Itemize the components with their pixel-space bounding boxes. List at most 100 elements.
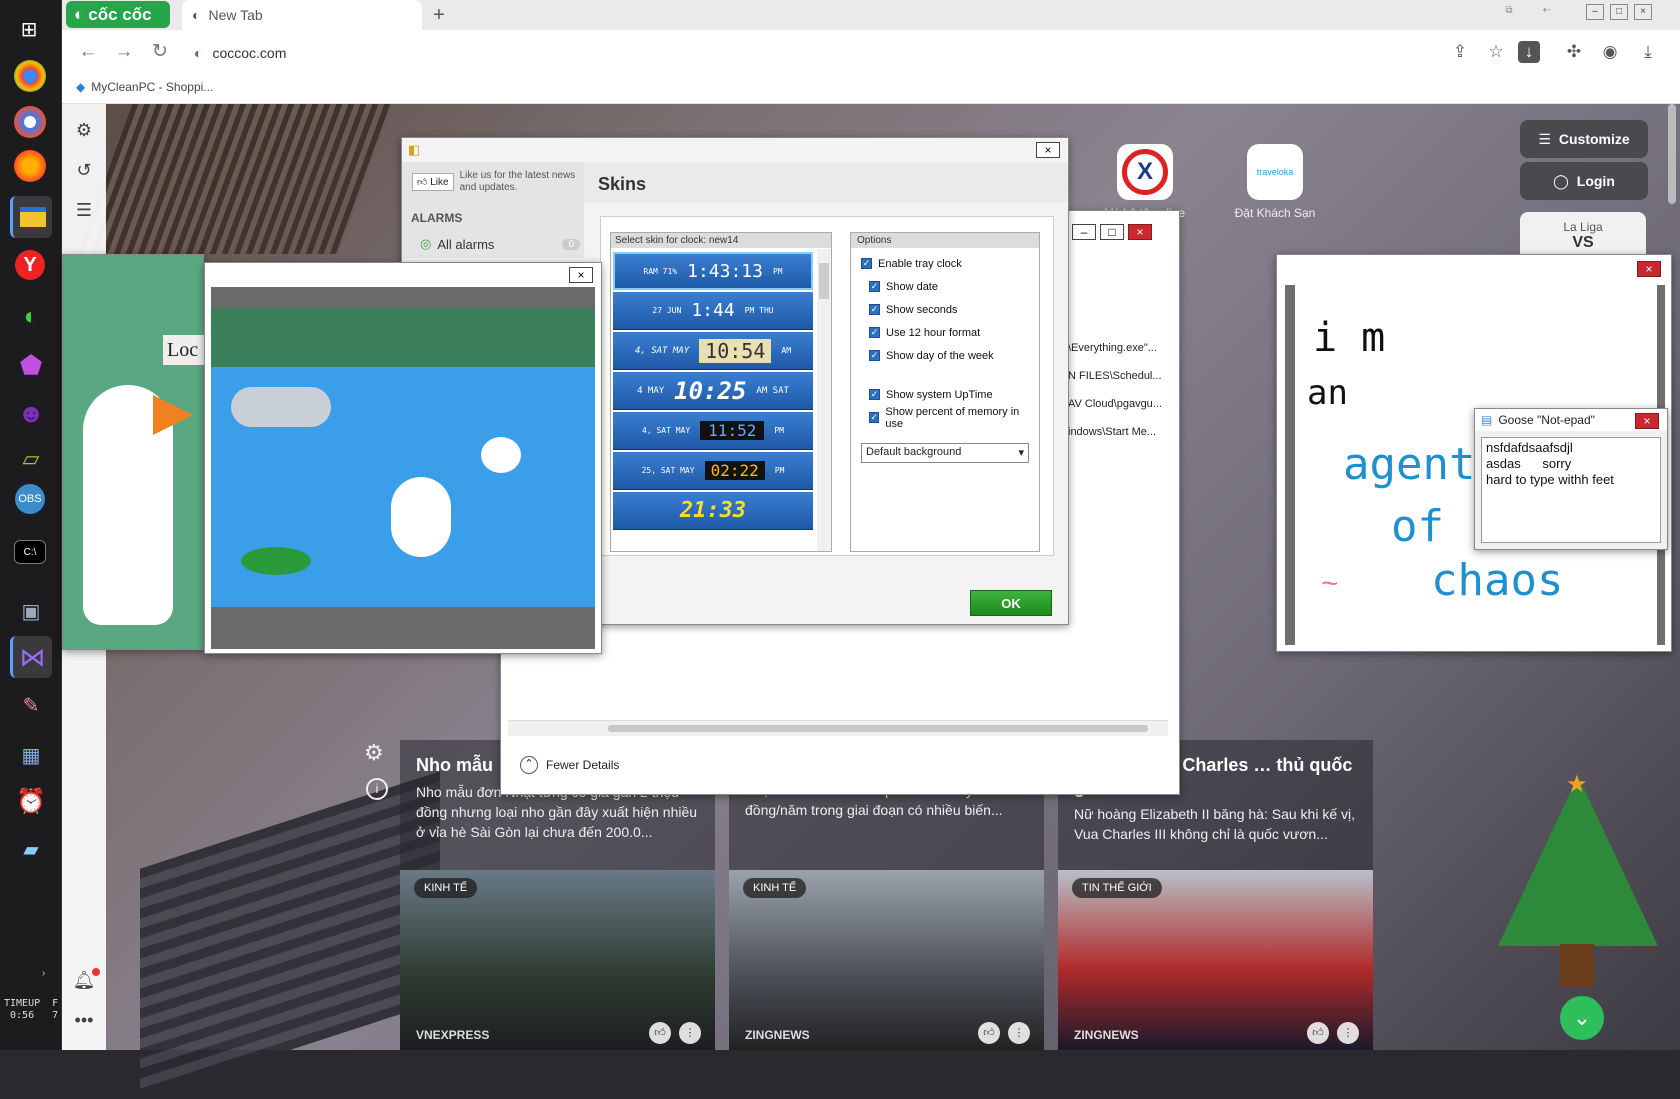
firefox-icon[interactable] — [14, 150, 46, 182]
path-row[interactable]: indows\Start Me... — [1068, 418, 1162, 446]
coccoc-brand-button[interactable]: ◐ cốc cốc — [66, 1, 170, 28]
reload-button[interactable]: ↻ — [146, 38, 174, 66]
windows-start-icon[interactable]: ⊞ — [8, 8, 50, 50]
scrollbar-thumb[interactable] — [819, 263, 829, 299]
command-prompt-icon[interactable]: C:\ — [14, 540, 46, 564]
profile-icon[interactable]: ◉ — [1596, 38, 1624, 66]
more-vertical-icon[interactable]: ⋮ — [679, 1022, 701, 1044]
address-bar[interactable]: ◐ coccoc.com — [194, 40, 594, 66]
info-icon[interactable]: i — [366, 778, 388, 800]
customize-button[interactable]: ☰ Customize — [1520, 120, 1648, 158]
screen-capture-icon[interactable]: ⧉ — [1500, 4, 1518, 20]
news-settings-gear-icon[interactable]: ⚙ — [364, 740, 384, 766]
address-text: coccoc.com — [212, 45, 287, 61]
file-explorer-icon[interactable] — [10, 196, 52, 238]
show-memory-checkbox[interactable]: ✓ Show percent of memory in use — [869, 406, 1029, 430]
notepad-text-area[interactable]: nsfdafdsaafsdjl asdas sorry hard to type… — [1481, 437, 1661, 543]
bookmark-star-icon[interactable]: ☆ — [1482, 38, 1510, 66]
back-button[interactable]: ← — [74, 38, 102, 66]
disk-utility-icon[interactable]: ▣ — [10, 590, 52, 632]
paint-icon[interactable]: ✎ — [10, 684, 52, 726]
close-button[interactable]: × — [1036, 142, 1060, 158]
more-vertical-icon[interactable]: ⋮ — [1008, 1022, 1030, 1044]
tab-new-tab[interactable]: ◐ New Tab — [182, 0, 422, 30]
close-button[interactable]: × — [1635, 413, 1659, 429]
history-icon[interactable]: ↺ — [70, 160, 98, 188]
enable-tray-clock-checkbox[interactable]: ✓ Enable tray clock — [861, 252, 1029, 275]
skin-option-selected[interactable]: RAM 71% 1:43:13 PM — [613, 252, 813, 290]
horizontal-scrollbar[interactable] — [508, 720, 1168, 736]
more-options-icon[interactable]: ••• — [70, 1010, 98, 1038]
gem-app-icon[interactable]: ⬟ — [10, 344, 52, 386]
page-scrollbar-thumb[interactable] — [1668, 104, 1676, 204]
download-page-icon[interactable]: ↓ — [1518, 41, 1540, 63]
skin-option[interactable]: 4 MAY 10:25 AM SAT — [613, 372, 813, 410]
skin-list[interactable]: Select skin for clock: new14 RAM 71% 1:43… — [610, 232, 832, 552]
path-row[interactable]: \Everything.exe"... — [1068, 334, 1162, 362]
skin-list-scrollbar[interactable] — [817, 249, 831, 551]
image-viewer-icon[interactable]: ▦ — [10, 734, 52, 776]
bookmark-favicon-icon: ◆ — [76, 80, 86, 94]
settings-gear-icon[interactable]: ⚙ — [70, 120, 98, 148]
scroll-down-chevron-icon[interactable]: ⌄ — [1560, 996, 1604, 1040]
reading-list-icon[interactable]: ☰ — [70, 200, 98, 228]
maximize-button[interactable]: □ — [1610, 4, 1628, 20]
new-tab-button[interactable]: + — [428, 4, 450, 26]
christmas-tree-trunk — [1560, 944, 1594, 988]
scrollbar-thumb[interactable] — [608, 725, 1148, 732]
chrome-icon[interactable] — [14, 60, 46, 92]
show-more-chevron-icon[interactable]: › — [42, 968, 45, 979]
alarm-clock-icon[interactable]: ⏰ — [10, 780, 52, 822]
use-12-hour-checkbox[interactable]: ✓ Use 12 hour format — [869, 321, 1029, 344]
extensions-icon[interactable]: ✣ — [1560, 38, 1588, 66]
minimize-button[interactable]: – — [1072, 224, 1096, 240]
close-button[interactable]: × — [1637, 261, 1661, 277]
coccoc-icon[interactable]: ◐ — [10, 296, 52, 338]
like-icon[interactable]: 👍︎ — [1307, 1022, 1329, 1044]
ok-button[interactable]: OK — [970, 590, 1052, 616]
all-alarms-item[interactable]: ◎ All alarms 0 — [420, 236, 580, 252]
tile-ve-lo-to[interactable]: X — [1117, 144, 1173, 200]
obs-icon[interactable]: OBS — [15, 484, 45, 514]
show-uptime-checkbox[interactable]: ✓ Show system UpTime — [869, 383, 1029, 406]
downloads-icon[interactable]: ⤓ — [1634, 38, 1662, 66]
facebook-like-button[interactable]: 👍︎ Like — [412, 173, 454, 191]
skin-option[interactable]: 21:33 — [613, 492, 813, 530]
notebook-icon[interactable]: ▰ — [10, 828, 52, 870]
fewer-details-toggle[interactable]: ⌃ Fewer Details — [520, 756, 619, 774]
skin-option[interactable]: 27 JUN 1:44 PM THU — [613, 292, 813, 330]
notepad-line: asdas sorry — [1486, 456, 1572, 471]
close-button[interactable]: × — [569, 267, 593, 283]
options-label: Options — [851, 233, 1039, 248]
maps-app-icon[interactable]: ▱ — [10, 438, 52, 480]
maximize-button[interactable]: □ — [1100, 224, 1124, 240]
back-arrow-icon[interactable]: ⇠ — [1538, 4, 1556, 20]
like-icon[interactable]: 👍︎ — [978, 1022, 1000, 1044]
like-icon[interactable]: 👍︎ — [649, 1022, 671, 1044]
login-button[interactable]: ◯ Login — [1520, 162, 1648, 200]
path-row[interactable]: N FILES\Schedul... — [1068, 362, 1162, 390]
la-liga-widget[interactable]: La Liga VS — [1520, 212, 1646, 256]
tile-dat-khach-san[interactable]: traveloka — [1247, 144, 1303, 200]
yandex-icon[interactable]: Y — [15, 250, 45, 280]
notification-dot — [92, 968, 100, 976]
close-button[interactable]: × — [1634, 4, 1652, 20]
show-seconds-checkbox[interactable]: ✓ Show seconds — [869, 298, 1029, 321]
visual-studio-icon[interactable]: ⋈ — [10, 636, 52, 678]
bookmark-mycleanpc[interactable]: ◆ MyCleanPC - Shoppi... — [76, 80, 213, 94]
skin-option[interactable]: 4, SAT MAY 11:52 PM — [613, 412, 813, 450]
more-vertical-icon[interactable]: ⋮ — [1337, 1022, 1359, 1044]
show-date-checkbox[interactable]: ✓ Show date — [869, 275, 1029, 298]
yahoo-messenger-icon[interactable]: ☻ — [10, 392, 52, 434]
forward-button[interactable]: → — [110, 38, 138, 66]
path-row[interactable]: AV Cloud\pgavgu... — [1068, 390, 1162, 418]
skin-option[interactable]: 25, SAT MAY 02:22 PM — [613, 452, 813, 490]
skin-option[interactable]: 4, SAT MAY 10:54 AM — [613, 332, 813, 370]
chromium-icon[interactable] — [14, 106, 46, 138]
show-day-of-week-checkbox[interactable]: ✓ Show day of the week — [869, 344, 1029, 367]
share-icon[interactable]: ⇪ — [1446, 38, 1474, 66]
minimize-button[interactable]: – — [1586, 4, 1604, 20]
background-select[interactable]: Default background ▾ — [861, 443, 1029, 463]
close-button[interactable]: × — [1128, 224, 1152, 240]
left-border — [1285, 285, 1295, 645]
